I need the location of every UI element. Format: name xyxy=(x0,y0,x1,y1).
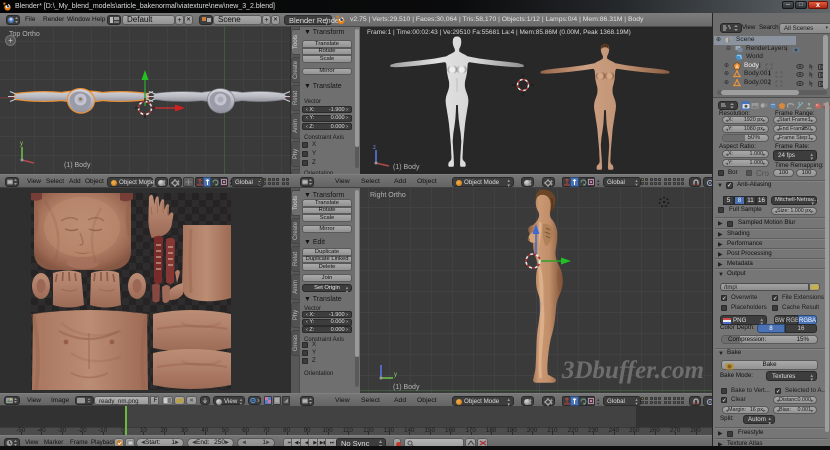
svg-text:z: z xyxy=(373,145,376,151)
svg-text:y: y xyxy=(20,141,23,147)
svg-text:y: y xyxy=(394,372,397,378)
